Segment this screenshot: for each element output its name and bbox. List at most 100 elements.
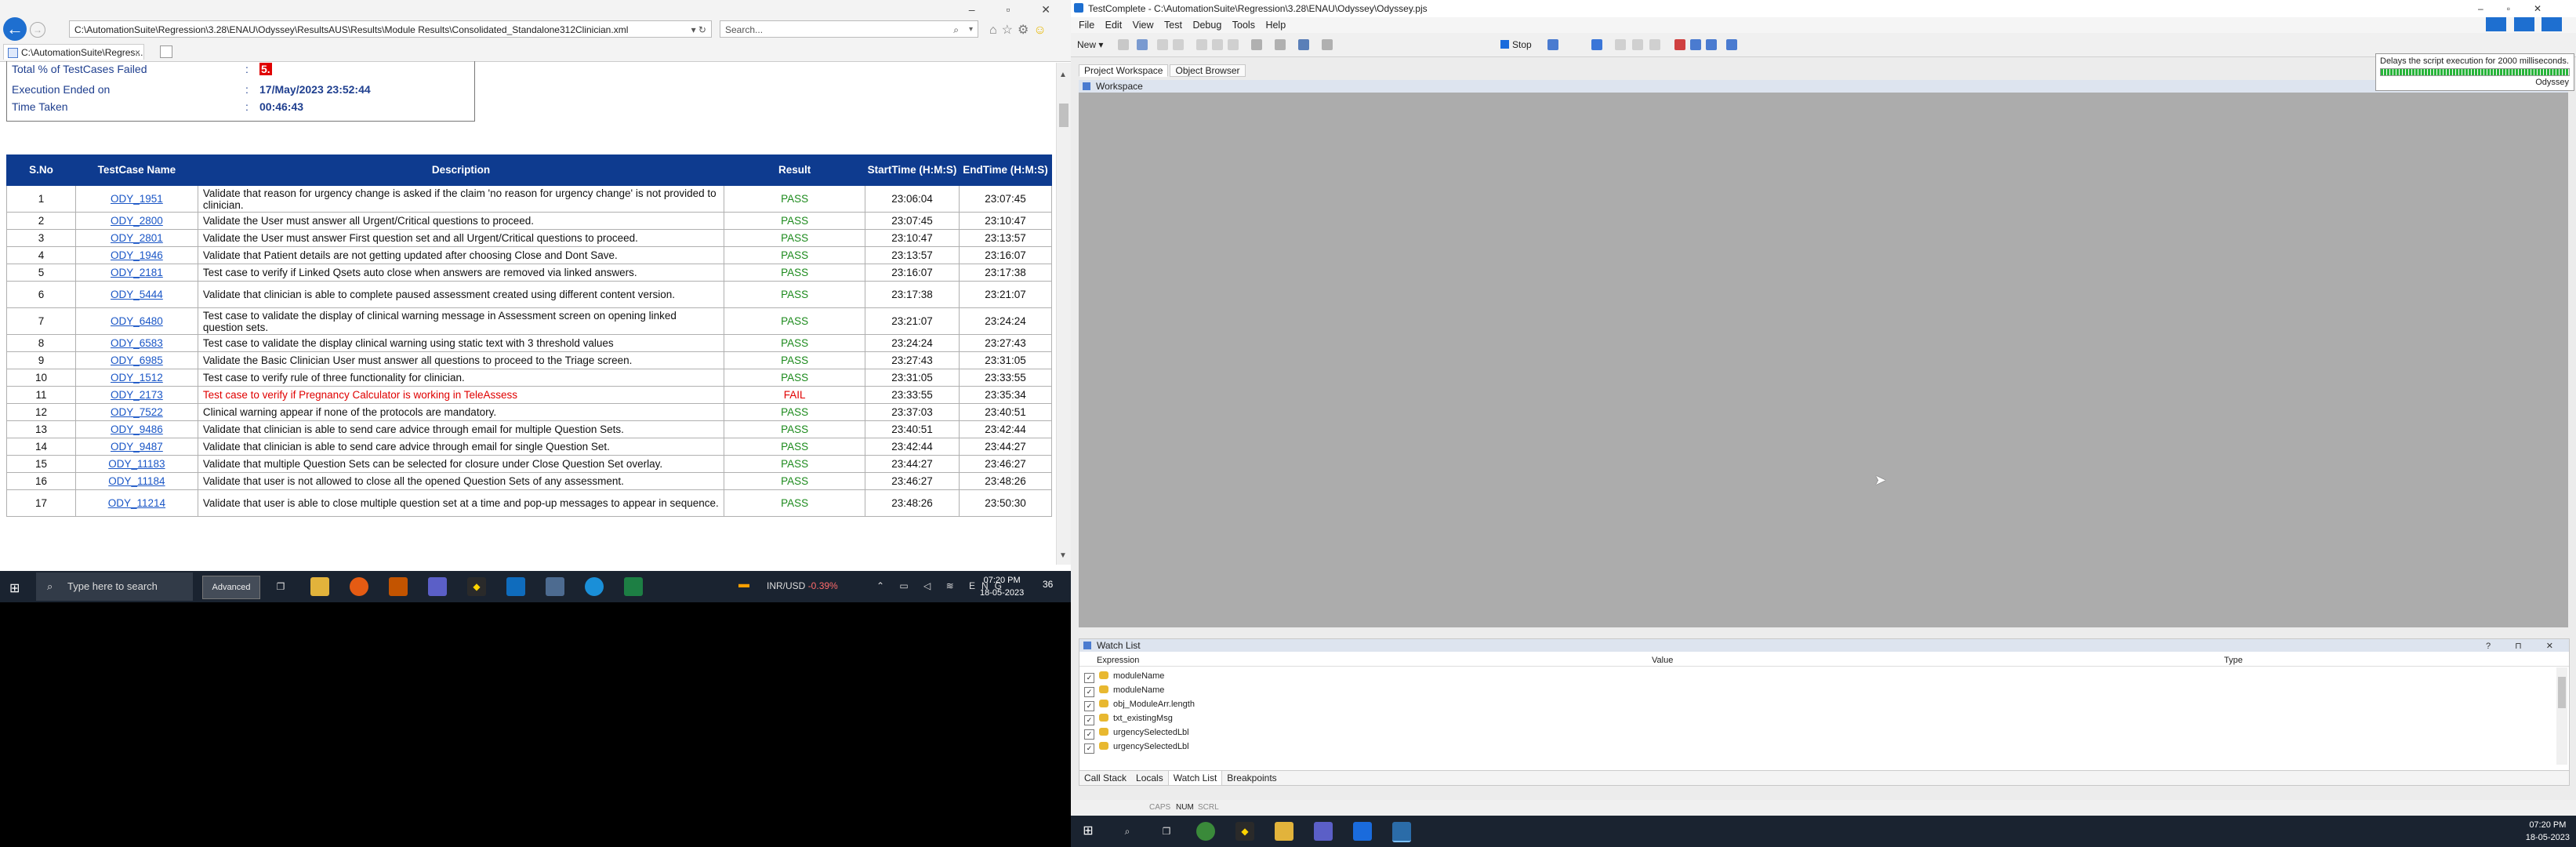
panel-buttons[interactable]: ? ⊓ ✕ [2486,640,2564,653]
menu-edit[interactable]: Edit [1105,17,1123,33]
redo-icon[interactable] [1173,39,1184,50]
col-type[interactable]: Type [2224,655,2243,666]
tab-call-stack[interactable]: Call Stack [1079,771,1131,785]
file-explorer-icon[interactable] [1275,822,1293,841]
checkbox[interactable]: ✓ [1084,687,1094,697]
stop-button[interactable]: Stop [1500,38,1532,52]
breakpoint-icon[interactable] [1674,39,1685,50]
search-icon[interactable]: ⌕ [953,21,959,38]
undo-icon[interactable] [1157,39,1168,50]
stop-icon[interactable] [2542,17,2562,31]
testcase-link[interactable]: ODY_5444 [74,281,198,308]
tab-object-browser[interactable]: Object Browser [1170,64,1246,77]
testcase-link[interactable]: ODY_7522 [74,403,198,421]
task-view-icon[interactable]: ❐ [271,577,290,596]
browser-tab[interactable]: C:\AutomationSuite\Regres... × [3,44,144,60]
copy-icon[interactable] [1212,39,1223,50]
testcase-link[interactable]: ODY_1512 [74,369,198,387]
checkpoint-icon[interactable] [1706,39,1717,50]
step-out-icon[interactable] [1649,39,1660,50]
outlook-icon[interactable] [506,577,525,596]
teams-icon[interactable] [1314,822,1333,841]
close-icon[interactable]: × [135,45,140,60]
stop-tool-icon[interactable] [1322,39,1333,50]
file-explorer-icon[interactable] [310,577,329,596]
gear-icon[interactable]: ⚙ [1018,24,1033,37]
address-controls[interactable]: ▾ ↻ [691,21,706,37]
smiley-icon[interactable]: ☺ [1033,24,1050,37]
star-icon[interactable]: ☆ [1002,24,1018,37]
chrome-icon[interactable] [1196,822,1215,841]
scroll-down-icon[interactable]: ▼ [1059,551,1067,560]
taskbar-search[interactable]: ⌕ Type here to search [36,573,193,601]
app-icon[interactable] [1353,822,1372,841]
window-controls[interactable]: – ▫ ✕ [969,3,1065,16]
checkbox[interactable]: ✓ [1084,701,1094,711]
tab-project-workspace[interactable]: Project Workspace [1079,64,1169,77]
testcase-link[interactable]: ODY_11184 [74,472,198,490]
tab-breakpoints[interactable]: Breakpoints [1222,771,1281,785]
new-tab-button[interactable] [160,45,172,58]
paste-icon[interactable] [1228,39,1239,50]
home-icon[interactable]: ⌂ [989,24,1002,37]
back-button[interactable]: ← [3,17,27,41]
testcase-link[interactable]: ODY_9486 [74,420,198,438]
testcase-link[interactable]: ODY_11214 [74,489,198,517]
testcomplete-taskbar-icon[interactable] [1392,822,1411,842]
excel-icon[interactable] [624,577,643,596]
scroll-up-icon[interactable]: ▲ [1059,71,1067,79]
menu-help[interactable]: Help [1265,17,1286,33]
testcase-link[interactable]: ODY_1946 [74,246,198,264]
menu-tools[interactable]: Tools [1232,17,1255,33]
menu-debug[interactable]: Debug [1192,17,1221,33]
watch-scrollbar[interactable] [2556,667,2567,765]
find-icon[interactable] [1251,39,1262,50]
testcase-link[interactable]: ODY_6985 [74,351,198,369]
col-expression[interactable]: Expression [1097,655,1139,666]
tab-locals[interactable]: Locals [1131,771,1168,785]
app-icon[interactable] [546,577,564,596]
testcase-link[interactable]: ODY_11183 [74,455,198,473]
workspace-area[interactable]: ➤ [1079,93,2568,627]
sticky-icon[interactable]: ◆ [1235,822,1254,841]
task-view-icon[interactable]: ❐ [1157,822,1176,841]
app-icon[interactable] [389,577,408,596]
windows-start-icon[interactable]: ⊞ [1079,822,1098,841]
save-icon[interactable] [1137,39,1148,50]
firefox-icon[interactable] [350,577,368,596]
pause-icon[interactable] [2513,17,2534,31]
step-over-icon[interactable] [1615,39,1626,50]
menu-file[interactable]: File [1079,17,1094,33]
taskbar-clock[interactable]: 07:20 PM 18-05-2023 [980,574,1024,599]
col-value[interactable]: Value [1652,655,1673,666]
checkbox[interactable]: ✓ [1084,715,1094,725]
step-icon[interactable] [1547,39,1558,50]
sticky-icon[interactable]: ◆ [467,577,486,596]
open-icon[interactable] [1118,39,1129,50]
add-icon[interactable] [1726,39,1737,50]
record-icon[interactable] [2486,17,2507,31]
run-icon[interactable] [1298,39,1309,50]
testcase-link[interactable]: ODY_6583 [74,334,198,352]
vertical-scrollbar[interactable]: ▲ ▼ [1056,63,1071,565]
cut-icon[interactable] [1196,39,1207,50]
taskbar-clock[interactable]: 07:20 PM 18-05-2023 [2526,819,2570,844]
testcase-link[interactable]: ODY_2173 [74,386,198,404]
notification-count[interactable]: 36 [1043,579,1053,590]
checkbox[interactable]: ✓ [1084,729,1094,740]
menu-view[interactable]: View [1133,17,1154,33]
testcase-link[interactable]: ODY_2181 [74,264,198,282]
scroll-thumb[interactable] [1059,104,1068,127]
step-into-icon[interactable] [1632,39,1643,50]
window-controls[interactable]: –▫✕ [2478,0,2565,17]
watch-row[interactable]: ✓ txt_existingMsg [1084,711,1173,725]
record-tool-icon[interactable] [1275,39,1286,50]
checkbox[interactable]: ✓ [1084,673,1094,683]
testcase-link[interactable]: ODY_2800 [74,212,198,230]
watch-row[interactable]: ✓ urgencySelectedLbl [1084,740,1189,754]
testcase-link[interactable]: ODY_1951 [74,185,198,213]
new-button[interactable]: New ▾ [1077,38,1103,52]
checkbox[interactable]: ✓ [1084,743,1094,754]
watch-row[interactable]: ✓ moduleName [1084,669,1164,683]
search-input[interactable]: Search... ⌕ ▾ [720,20,978,38]
